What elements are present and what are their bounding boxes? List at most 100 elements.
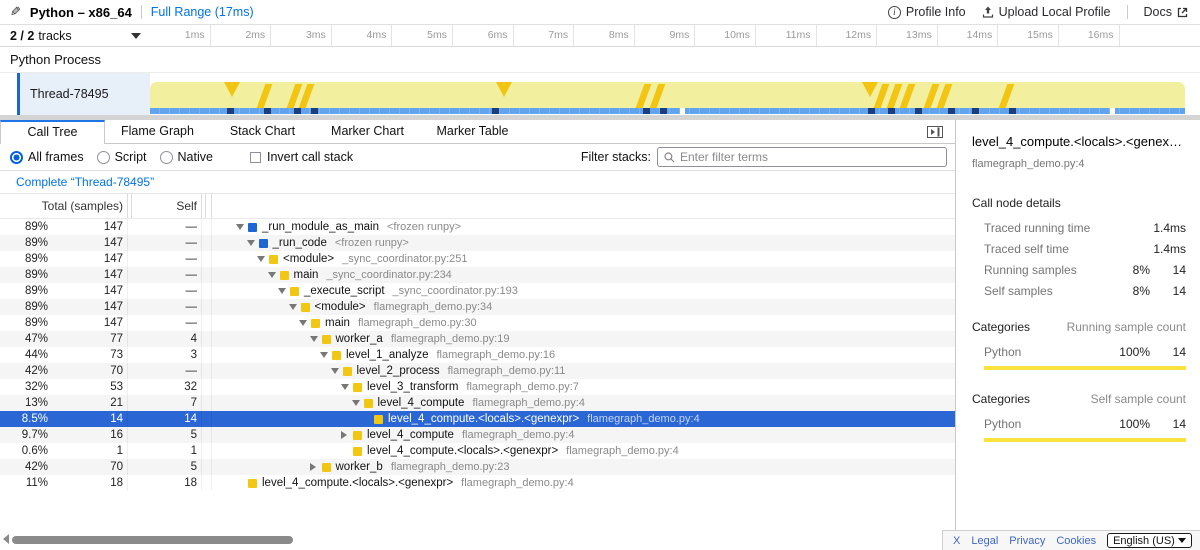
cell-total-samples: 147: [50, 267, 123, 283]
call-tree-row[interactable]: 42%70—level_2_processflamegraph_demo.py:…: [0, 363, 955, 379]
upload-profile-button[interactable]: Upload Local Profile: [982, 5, 1111, 19]
function-file-path: flamegraph_demo.py:23: [391, 459, 510, 475]
tab-stack-chart[interactable]: Stack Chart: [210, 120, 315, 143]
call-tree-row[interactable]: 89%147—<module>_sync_coordinator.py:251: [0, 251, 955, 267]
call-tree-row[interactable]: 13%217level_4_computeflamegraph_demo.py:…: [0, 395, 955, 411]
twisty-open-icon[interactable]: [299, 315, 311, 331]
tracks-dropdown[interactable]: 2 / 2 tracks: [0, 25, 150, 46]
twisty-open-icon[interactable]: [320, 347, 332, 363]
category-color-square: [311, 319, 320, 328]
profile-title: Python – x86_64: [30, 5, 132, 20]
profile-info-button[interactable]: Profile Info: [888, 5, 966, 19]
call-tree-row[interactable]: 9.7%165level_4_computeflamegraph_demo.py…: [0, 427, 955, 443]
tab-call-tree[interactable]: Call Tree: [0, 120, 105, 144]
tab-marker-chart[interactable]: Marker Chart: [315, 120, 420, 143]
footer-link-x[interactable]: X: [953, 535, 960, 547]
category-color-square: [248, 479, 257, 488]
tab-marker-table[interactable]: Marker Table: [420, 120, 525, 143]
cell-total-percent: 89%: [0, 219, 48, 235]
thread-activity-track[interactable]: [150, 73, 1185, 115]
call-tree-row[interactable]: 32%5332level_3_transformflamegraph_demo.…: [0, 379, 955, 395]
language-selected-value: English (US): [1113, 535, 1175, 547]
cell-total-samples: 147: [50, 315, 123, 331]
call-tree-row[interactable]: 89%147—_run_module_as_main<frozen runpy>: [0, 219, 955, 235]
invert-call-stack-checkbox[interactable]: [250, 152, 261, 163]
cell-self-samples: 5: [131, 459, 197, 475]
cell-total-percent: 89%: [0, 267, 48, 283]
filter-stacks: Filter stacks:: [581, 147, 947, 167]
call-tree-row[interactable]: 0.6%11level_4_compute.<locals>.<genexpr>…: [0, 443, 955, 459]
twisty-open-icon[interactable]: [257, 251, 269, 267]
cell-self-samples: 3: [131, 347, 197, 363]
call-tree-row[interactable]: 8.5%1414level_4_compute.<locals>.<genexp…: [0, 411, 955, 427]
sidebar-toggle-button[interactable]: [927, 125, 943, 143]
function-name: level_3_transform: [367, 379, 458, 395]
track-sample-strip: [150, 108, 1185, 114]
footer-link-cookies[interactable]: Cookies: [1056, 535, 1096, 547]
cell-total-percent: 89%: [0, 299, 48, 315]
call-tree-row[interactable]: 89%147—_execute_script_sync_coordinator.…: [0, 283, 955, 299]
twisty-closed-icon[interactable]: [341, 427, 353, 443]
triangle-right-icon: [341, 431, 347, 439]
call-tree-row[interactable]: 44%733level_1_analyzeflamegraph_demo.py:…: [0, 347, 955, 363]
function-file-path: <frozen runpy>: [387, 219, 461, 235]
call-tree-rows: 89%147—_run_module_as_main<frozen runpy>…: [0, 219, 955, 530]
twisty-open-icon[interactable]: [341, 379, 353, 395]
upload-label: Upload Local Profile: [999, 5, 1111, 19]
call-tree-row[interactable]: 89%147—main_sync_coordinator.py:234: [0, 267, 955, 283]
twisty-open-icon[interactable]: [310, 331, 322, 347]
triangle-down-icon: [341, 384, 349, 390]
twisty-open-icon[interactable]: [278, 283, 290, 299]
twisty-open-icon[interactable]: [331, 363, 343, 379]
radio-icon: [160, 151, 173, 164]
call-tree-row[interactable]: 89%147—<module>flamegraph_demo.py:34: [0, 299, 955, 315]
call-tree-row[interactable]: 47%774worker_aflamegraph_demo.py:19: [0, 331, 955, 347]
filter-stacks-label: Filter stacks:: [581, 150, 651, 164]
sample-tick: [1009, 108, 1016, 114]
call-tree-row[interactable]: 89%147—mainflamegraph_demo.py:30: [0, 315, 955, 331]
twisty-closed-icon[interactable]: [310, 459, 322, 475]
call-tree-row[interactable]: 42%705worker_bflamegraph_demo.py:23: [0, 459, 955, 475]
detail-label: Self samples: [984, 284, 1106, 298]
track-marker-arrow: [496, 82, 512, 97]
docs-button[interactable]: Docs: [1144, 5, 1188, 19]
filter-stacks-input[interactable]: [680, 150, 940, 164]
timeline-header: 2 / 2 tracks 1ms2ms3ms4ms5ms6ms7ms8ms9ms…: [0, 25, 1200, 47]
category-bar: [984, 438, 1186, 442]
twisty-open-icon[interactable]: [352, 395, 364, 411]
footer-link-privacy[interactable]: Privacy: [1009, 535, 1045, 547]
edit-profile-name-icon[interactable]: ✎: [10, 4, 21, 20]
thread-track-row[interactable]: Thread-78495: [0, 73, 1200, 115]
invert-call-stack-label: Invert call stack: [267, 150, 353, 164]
twisty-open-icon[interactable]: [236, 219, 248, 235]
footer: X Legal Privacy Cookies English (US): [0, 530, 1200, 550]
radio-native[interactable]: Native: [160, 150, 213, 164]
breadcrumb-complete-thread[interactable]: Complete “Thread-78495”: [16, 175, 154, 189]
column-header-self[interactable]: Self: [131, 194, 197, 218]
detail-percent: [1106, 242, 1150, 256]
horizontal-scrollbar-thumb[interactable]: [12, 536, 293, 544]
ruler-tick: 14ms: [938, 25, 999, 46]
language-select[interactable]: English (US): [1107, 533, 1192, 548]
twisty-open-icon[interactable]: [268, 267, 280, 283]
column-header-total[interactable]: Total (samples): [0, 194, 123, 218]
full-range-button[interactable]: Full Range (17ms): [151, 5, 254, 19]
radio-script[interactable]: Script: [97, 150, 147, 164]
ruler-tick: 13ms: [877, 25, 938, 46]
thread-label[interactable]: Thread-78495: [20, 73, 150, 115]
process-track-row[interactable]: Python Process: [0, 47, 1200, 73]
chevron-down-icon: [131, 33, 141, 39]
scrollbar-left-arrow[interactable]: [3, 534, 9, 544]
call-tree-row[interactable]: 11%1818level_4_compute.<locals>.<genexpr…: [0, 475, 955, 491]
footer-link-legal[interactable]: Legal: [971, 535, 998, 547]
function-file-path: <frozen runpy>: [335, 235, 409, 251]
category-color-square: [248, 223, 257, 232]
triangle-down-icon: [278, 288, 286, 294]
call-tree-row[interactable]: 89%147—_run_code<frozen runpy>: [0, 235, 955, 251]
radio-all-frames[interactable]: All frames: [10, 150, 84, 164]
twisty-open-icon[interactable]: [289, 299, 301, 315]
twisty-open-icon[interactable]: [247, 235, 259, 251]
tab-flame-graph[interactable]: Flame Graph: [105, 120, 210, 143]
column-divider: [201, 194, 202, 218]
sample-tick: [948, 108, 955, 114]
